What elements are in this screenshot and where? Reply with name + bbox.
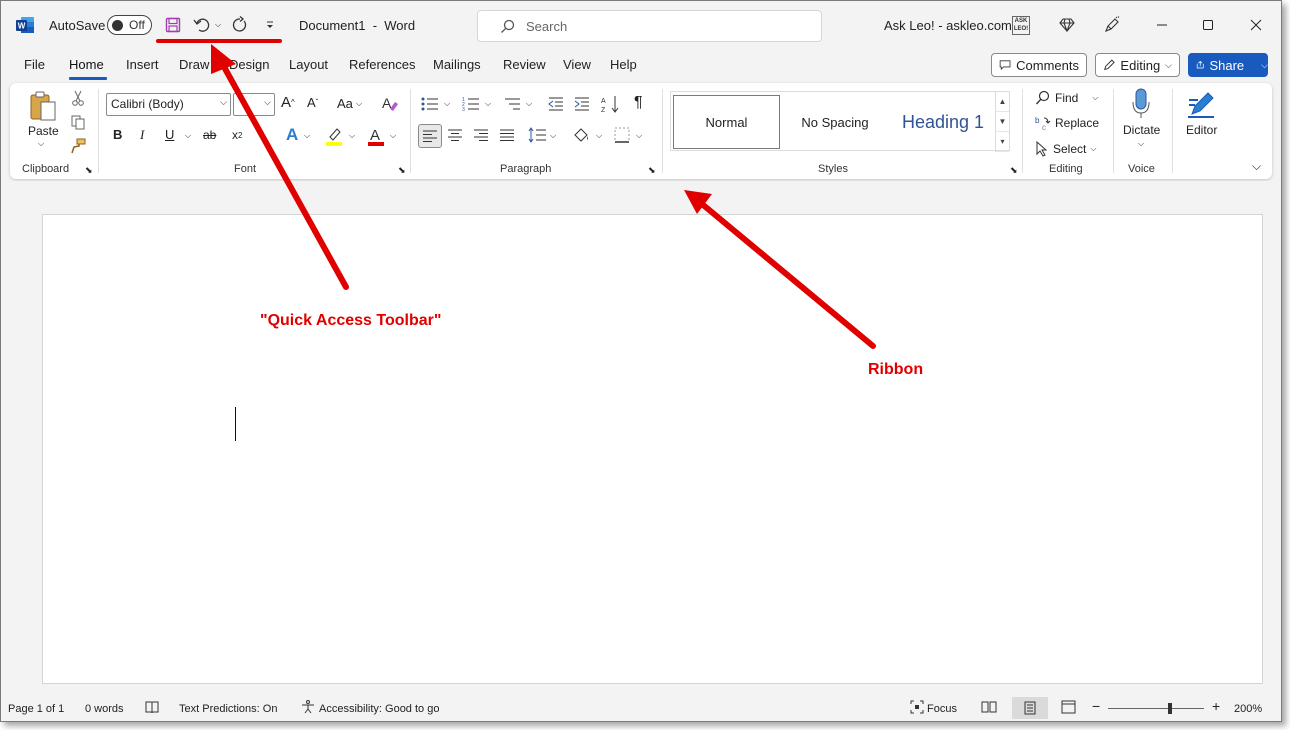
ribbon-annotation-label: Ribbon bbox=[868, 361, 924, 378]
ribbon-arrow-shaft bbox=[699, 201, 876, 349]
qat-arrow-shaft bbox=[220, 62, 349, 290]
qat-annotation-label: "Quick Access Toolbar" bbox=[260, 312, 442, 329]
annotation-overlay bbox=[156, 39, 876, 349]
